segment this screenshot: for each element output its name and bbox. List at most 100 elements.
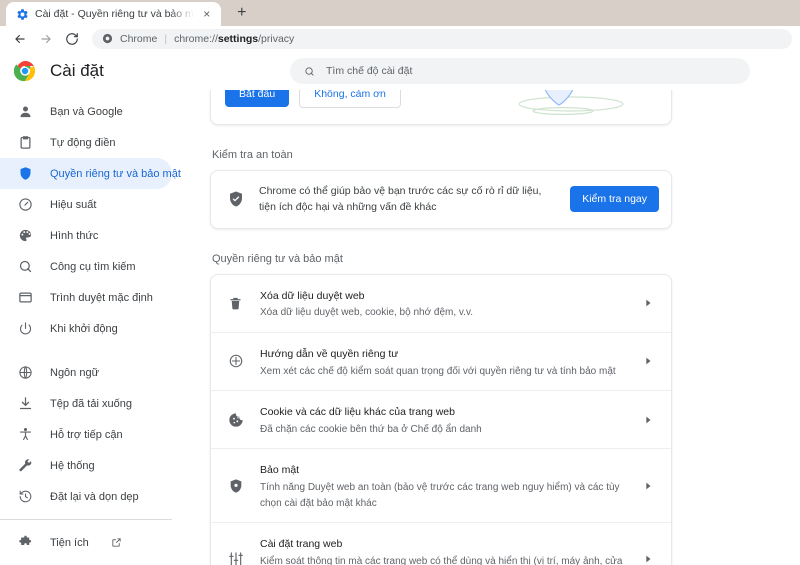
sidebar-item-downloads[interactable]: Tệp đã tải xuống [0, 388, 172, 419]
sidebar-item-default-browser[interactable]: Trình duyệt mặc định [0, 282, 172, 313]
row-subtitle: Tính năng Duyệt web an toàn (bảo vệ trướ… [260, 482, 620, 509]
settings-gear-icon [16, 8, 29, 21]
row-cookies-and-site-data[interactable]: Cookie và các dữ liệu khác của trang web… [211, 390, 671, 448]
row-security[interactable]: Bảo mật Tính năng Duyệt web an toàn (bảo… [211, 448, 671, 522]
close-icon[interactable]: × [200, 7, 214, 21]
search-icon [17, 258, 34, 275]
sidebar-item-languages[interactable]: Ngôn ngữ [0, 357, 172, 388]
row-subtitle: Kiểm soát thông tin mà các trang web có … [260, 555, 623, 565]
row-text: Bảo mật Tính năng Duyệt web an toàn (bảo… [260, 460, 623, 511]
forward-icon[interactable] [34, 28, 58, 50]
sidebar-item-label: Hình thức [50, 229, 99, 242]
settings-body: Bạn và Google Tự động điền Quyền riêng t… [0, 90, 800, 565]
sidebar-item-label: Hiệu suất [50, 198, 97, 211]
row-clear-browsing-data[interactable]: Xóa dữ liệu duyệt web Xóa dữ liệu duyệt … [211, 275, 671, 332]
promo-start-button[interactable]: Bắt đầu [225, 90, 290, 107]
browser-toolbar: Chrome | chrome://settings/privacy [0, 26, 800, 52]
sidebar-item-label: Bạn và Google [50, 105, 123, 118]
tab-title: Cài đặt - Quyền riêng tư và bảo m [35, 8, 194, 20]
safety-check-description: Chrome có thể giúp bảo vệ bạn trước các … [259, 185, 542, 214]
tab-strip: Cài đặt - Quyền riêng tư và bảo m × + [0, 0, 800, 26]
safety-check-section-title: Kiểm tra an toàn [212, 149, 293, 161]
shield-icon [17, 165, 34, 182]
external-link-icon [111, 537, 123, 549]
row-subtitle: Xem xét các chế độ kiểm soát quan trọng … [260, 365, 616, 377]
speedometer-icon [17, 196, 34, 213]
chrome-page-icon [102, 33, 113, 44]
row-text: Cookie và các dữ liệu khác của trang web… [260, 402, 623, 437]
run-safety-check-button[interactable]: Kiểm tra ngay [570, 186, 659, 213]
settings-header: Cài đặt Tìm chế độ cài đặt [0, 52, 800, 90]
browser-window: Cài đặt - Quyền riêng tư và bảo m × + Ch… [0, 0, 800, 565]
reload-icon[interactable] [60, 28, 84, 50]
settings-search-wrap: Tìm chế độ cài đặt [290, 58, 800, 84]
row-site-settings[interactable]: Cài đặt trang web Kiểm soát thông tin mà… [211, 522, 671, 565]
palette-icon [17, 227, 34, 244]
settings-page: Cài đặt Tìm chế độ cài đặt Bạn và Google… [0, 52, 800, 565]
chevron-right-icon [639, 415, 657, 425]
row-text: Cài đặt trang web Kiểm soát thông tin mà… [260, 534, 623, 565]
settings-content: Bắt đầu Không, cảm ơn Kiểm tra an toàn C… [186, 90, 800, 565]
cookie-icon [227, 411, 244, 428]
sidebar-item-about-chrome[interactable]: Giới thiệu về Chrome [0, 558, 172, 565]
chevron-right-icon [639, 298, 657, 308]
row-text: Hướng dẫn về quyền riêng tư Xem xét các … [260, 344, 623, 379]
history-restore-icon [17, 488, 34, 505]
promo-dismiss-button[interactable]: Không, cảm ơn [299, 90, 401, 108]
sliders-icon [227, 551, 244, 565]
sidebar-item-appearance[interactable]: Hình thức [0, 220, 172, 251]
sidebar-item-system[interactable]: Hệ thống [0, 450, 172, 481]
back-icon[interactable] [8, 28, 32, 50]
globe-icon [17, 364, 34, 381]
row-title: Xóa dữ liệu duyệt web [260, 289, 365, 302]
accessibility-icon [17, 426, 34, 443]
puzzle-icon [17, 534, 34, 551]
search-input[interactable]: Tìm chế độ cài đặt [290, 58, 750, 84]
sidebar-item-you-and-google[interactable]: Bạn và Google [0, 96, 172, 127]
safety-check-card: Chrome có thể giúp bảo vệ bạn trước các … [210, 170, 672, 229]
address-separator: | [164, 32, 168, 45]
settings-brand: Cài đặt [13, 60, 290, 82]
privacy-section-title: Quyền riêng tư và bảo mật [212, 252, 343, 265]
sidebar-item-extensions[interactable]: Tiện ích [0, 527, 172, 558]
sidebar-item-accessibility[interactable]: Hỗ trợ tiếp cận [0, 419, 172, 450]
shield-illustration [518, 90, 624, 115]
row-subtitle: Xóa dữ liệu duyệt web, cookie, bộ nhớ đệ… [260, 307, 473, 319]
sidebar-item-search-engine[interactable]: Công cụ tìm kiếm [0, 251, 172, 282]
promo-actions: Bắt đầu Không, cảm ơn [225, 90, 401, 108]
sidebar-item-reset-and-cleanup[interactable]: Đặt lại và dọn dẹp [0, 481, 172, 512]
sidebar-item-on-startup[interactable]: Khi khởi động [0, 313, 172, 344]
person-icon [17, 103, 34, 120]
content-inner: Bắt đầu Không, cảm ơn Kiểm tra an toàn C… [210, 90, 672, 565]
privacy-settings-list: Xóa dữ liệu duyệt web Xóa dữ liệu duyệt … [210, 273, 672, 565]
new-tab-button[interactable]: + [229, 1, 255, 25]
browser-window-icon [17, 289, 34, 306]
row-subtitle: Đã chặn các cookie bên thứ ba ở Chế độ ẩ… [260, 423, 482, 435]
sidebar-item-label: Ngôn ngữ [50, 366, 99, 379]
row-title: Hướng dẫn về quyền riêng tư [260, 347, 399, 360]
chrome-logo [13, 60, 36, 82]
privacy-guide-promo-card: Bắt đầu Không, cảm ơn [210, 90, 672, 125]
sidebar-item-label: Tiện ích [50, 536, 89, 549]
sidebar-item-privacy-and-security[interactable]: Quyền riêng tư và bảo mật [0, 158, 181, 189]
shield-check-icon [227, 190, 245, 208]
row-text: Xóa dữ liệu duyệt web Xóa dữ liệu duyệt … [260, 286, 623, 321]
sidebar-item-autofill[interactable]: Tự động điền [0, 127, 172, 158]
power-icon [17, 320, 34, 337]
search-placeholder: Tìm chế độ cài đặt [326, 65, 413, 77]
sidebar-item-label: Tự động điền [50, 136, 116, 149]
row-title: Bảo mật [260, 464, 300, 477]
browser-tab[interactable]: Cài đặt - Quyền riêng tư và bảo m × [6, 2, 221, 26]
sidebar-item-performance[interactable]: Hiệu suất [0, 189, 172, 220]
wrench-icon [17, 457, 34, 474]
row-title: Cookie và các dữ liệu khác của trang web [260, 406, 455, 419]
row-privacy-guide[interactable]: Hướng dẫn về quyền riêng tư Xem xét các … [211, 331, 671, 390]
sidebar-item-label: Trình duyệt mặc định [50, 291, 153, 304]
download-icon [17, 395, 34, 412]
sidebar-item-label: Khi khởi động [50, 322, 118, 335]
sidebar-item-label: Hệ thống [50, 459, 95, 472]
clipboard-icon [17, 134, 34, 151]
address-bar[interactable]: Chrome | chrome://settings/privacy [92, 28, 792, 49]
address-url: chrome://settings/privacy [174, 32, 295, 45]
